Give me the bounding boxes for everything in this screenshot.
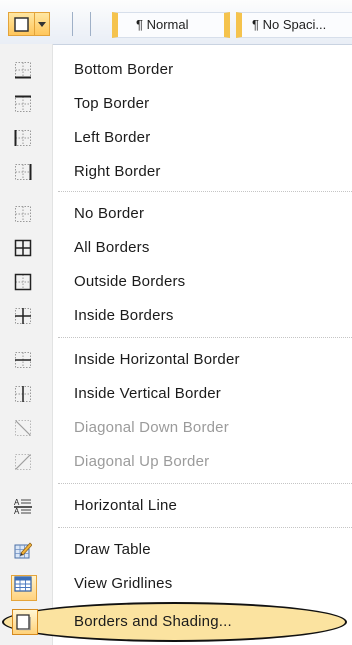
menu-item-all-borders[interactable]: All Borders (0, 231, 352, 265)
menu-separator (58, 337, 352, 338)
toolbar-separator (72, 12, 73, 36)
menu-item-label: Inside Borders (74, 307, 174, 324)
menu-item-label: Left Border (74, 129, 151, 146)
menu-item-label: Outside Borders (74, 273, 186, 290)
top-border-icon (15, 95, 31, 112)
menu-item-outside-borders[interactable]: Outside Borders (0, 265, 352, 299)
menu-separator (58, 527, 352, 528)
diagonal-down-border-icon (15, 420, 31, 436)
toolbar: ¶ Normal ¶ No Spaci... (0, 0, 352, 45)
menu-item-left-border[interactable]: Left Border (0, 121, 352, 155)
menu-item-label: Horizontal Line (74, 497, 178, 514)
menu-item-no-border[interactable]: No Border (0, 197, 352, 231)
svg-text:A: A (14, 498, 20, 507)
svg-text:A: A (14, 507, 20, 515)
menu-item-horizontal-line[interactable]: A A Horizontal Line (0, 489, 352, 523)
menu-item-label: Bottom Border (74, 61, 174, 78)
menu-item-label: Inside Horizontal Border (74, 351, 240, 368)
menu-separator (58, 191, 352, 192)
menu-item-label: All Borders (74, 239, 150, 256)
bottom-border-icon (15, 62, 31, 79)
menu-item-label: Top Border (74, 95, 150, 112)
draw-table-icon (14, 542, 32, 559)
menu-item-label: Diagonal Down Border (74, 419, 229, 436)
menu-item-bottom-border[interactable]: Bottom Border (0, 53, 352, 87)
style-no-spacing[interactable]: ¶ No Spaci... (236, 12, 352, 38)
border-icon (14, 17, 29, 32)
menu-item-diagonal-up-border[interactable]: Diagonal Up Border (0, 445, 352, 479)
menu-item-label: Right Border (74, 163, 161, 180)
menu-item-diagonal-down-border[interactable]: Diagonal Down Border (0, 411, 352, 445)
menu-item-label: Draw Table (74, 541, 151, 558)
no-border-icon (15, 206, 31, 222)
menu-item-label: Diagonal Up Border (74, 453, 210, 470)
borders-shading-icon (16, 614, 31, 631)
toolbar-separator (90, 12, 91, 36)
menu-item-inside-vertical-border[interactable]: Inside Vertical Border (0, 377, 352, 411)
menu-item-borders-and-shading[interactable]: Borders and Shading... (0, 605, 352, 639)
inside-horizontal-border-icon (15, 352, 31, 368)
diagonal-up-border-icon (15, 454, 31, 470)
chevron-down-icon (38, 22, 46, 27)
horizontal-line-icon: A A (14, 498, 32, 515)
inside-vertical-border-icon (15, 386, 31, 402)
style-normal[interactable]: ¶ Normal (112, 12, 230, 38)
menu-separator (58, 483, 352, 484)
menu-item-draw-table[interactable]: Draw Table (0, 533, 352, 567)
borders-dropdown-button[interactable] (35, 12, 50, 36)
menu-item-inside-borders[interactable]: Inside Borders (0, 299, 352, 333)
left-border-icon (14, 130, 31, 146)
menu-item-inside-horizontal-border[interactable]: Inside Horizontal Border (0, 343, 352, 377)
menu-item-top-border[interactable]: Top Border (0, 87, 352, 121)
inside-borders-icon (15, 308, 31, 324)
menu-item-label: No Border (74, 205, 145, 222)
menu-item-label: Borders and Shading... (74, 613, 232, 630)
borders-button[interactable] (8, 12, 35, 36)
menu-item-view-gridlines[interactable]: View Gridlines (0, 567, 352, 601)
outside-borders-icon (14, 273, 32, 291)
view-gridlines-icon (14, 576, 32, 592)
right-border-icon (15, 164, 32, 180)
all-borders-icon (14, 239, 32, 257)
menu-item-label: Inside Vertical Border (74, 385, 221, 402)
menu-item-label: View Gridlines (74, 575, 173, 592)
menu-item-right-border[interactable]: Right Border (0, 155, 352, 189)
